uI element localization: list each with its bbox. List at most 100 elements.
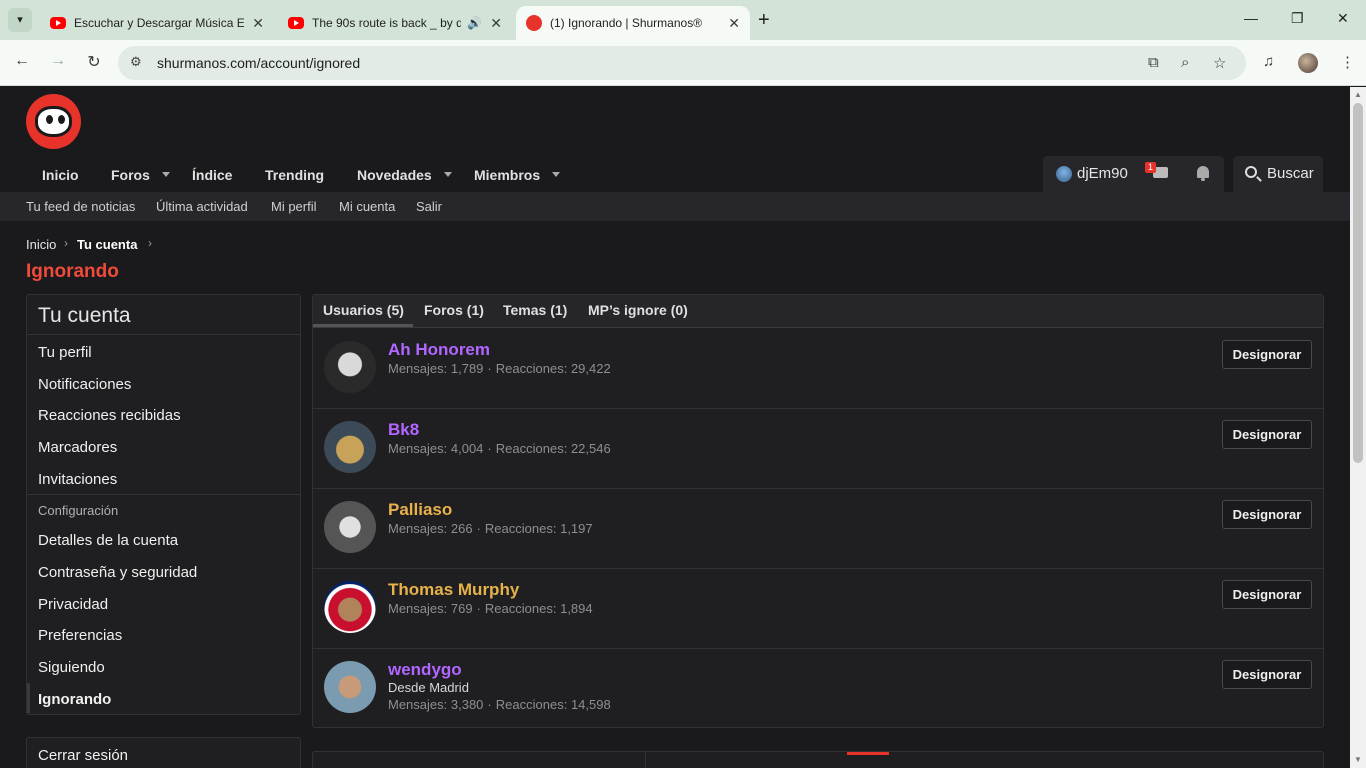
close-tab-icon[interactable]: ✕ xyxy=(490,15,502,32)
browser-tabstrip: ▾ Escuchar y Descargar Música El ✕ The 9… xyxy=(0,0,1366,40)
scrollbar-thumb[interactable] xyxy=(1353,103,1363,463)
sidebar-item-reactions[interactable]: Reacciones recibidas xyxy=(38,407,181,424)
menu-icon[interactable]: ⋮ xyxy=(1340,53,1355,71)
subnav-feed[interactable]: Tu feed de noticias xyxy=(26,199,135,214)
nav-label: Índice xyxy=(192,167,233,183)
user-name-link[interactable]: Bk8 xyxy=(388,420,419,440)
user-name-link[interactable]: wendygo xyxy=(388,660,462,680)
logo-face-icon xyxy=(35,106,72,137)
unignore-button[interactable]: Designorar xyxy=(1222,340,1312,369)
close-tab-icon[interactable]: ✕ xyxy=(252,15,264,32)
messages-count: 266 xyxy=(450,521,473,536)
install-app-icon[interactable]: ⧉ xyxy=(1148,54,1159,71)
avatar[interactable] xyxy=(324,341,376,393)
close-tab-icon[interactable]: ✕ xyxy=(728,15,740,32)
browser-tab-3[interactable]: (1) Ignorando | Shurmanos® ✕ xyxy=(516,6,750,40)
logout-link[interactable]: Cerrar sesión xyxy=(38,747,128,764)
sidebar-item-account-details[interactable]: Detalles de la cuenta xyxy=(38,532,178,549)
sidebar-item-invitations[interactable]: Invitaciones xyxy=(38,471,117,488)
forward-icon[interactable]: → xyxy=(47,52,69,70)
sidebar-item-ignored[interactable]: Ignorando xyxy=(38,691,111,708)
nav-foros[interactable]: Foros xyxy=(111,167,170,183)
tab-search-button[interactable]: ▾ xyxy=(8,8,32,32)
sidebar-item-notifications[interactable]: Notificaciones xyxy=(38,376,131,393)
separator: · xyxy=(487,697,492,712)
zoom-icon[interactable]: ⌕ xyxy=(1181,54,1189,71)
logo-eye xyxy=(58,115,65,124)
browser-tab-1[interactable]: Escuchar y Descargar Música El ✕ xyxy=(40,6,274,40)
scroll-up-icon[interactable]: ▲ xyxy=(1354,90,1362,99)
search-icon xyxy=(1245,166,1257,178)
profile-avatar[interactable] xyxy=(1298,53,1318,73)
reactions-label: Reacciones: xyxy=(484,521,557,536)
table-row: wendygo Desde Madrid Mensajes: 3,380 · Rea… xyxy=(313,649,1323,729)
page-scrollbar[interactable]: ▲ ▼ xyxy=(1350,87,1366,768)
messages-count: 769 xyxy=(450,601,473,616)
sidebar-item-following[interactable]: Siguiendo xyxy=(38,659,105,676)
user-stats: Mensajes: 769 · Reacciones: 1,894 xyxy=(388,601,593,616)
search-button[interactable]: Buscar xyxy=(1233,156,1323,192)
user-name-link[interactable]: Ah Honorem xyxy=(388,340,490,360)
subnav-account[interactable]: Mi cuenta xyxy=(339,199,395,214)
chevron-down-icon[interactable] xyxy=(161,172,170,177)
nav-novedades[interactable]: Novedades xyxy=(357,167,452,183)
speaker-icon[interactable]: 🔊 xyxy=(467,16,482,30)
nav-trending[interactable]: Trending xyxy=(265,167,324,183)
avatar[interactable] xyxy=(324,501,376,553)
tab-active-underline xyxy=(313,324,413,327)
sidebar-item-preferences[interactable]: Preferencias xyxy=(38,627,122,644)
user-name-link[interactable]: Palliaso xyxy=(388,500,452,520)
breadcrumb-account[interactable]: Tu cuenta xyxy=(77,237,137,252)
accent-bar xyxy=(847,752,889,755)
youtube-icon xyxy=(50,17,66,29)
divider xyxy=(27,494,300,495)
reload-icon[interactable]: ↻ xyxy=(83,52,105,72)
tab-users[interactable]: Usuarios (5) xyxy=(323,302,404,318)
avatar[interactable] xyxy=(324,661,376,713)
unignore-button[interactable]: Designorar xyxy=(1222,420,1312,449)
sidebar-item-bookmarks[interactable]: Marcadores xyxy=(38,439,117,456)
separator: · xyxy=(487,361,492,376)
separator: · xyxy=(476,521,481,536)
chevron-down-icon[interactable] xyxy=(552,172,561,177)
nav-indice[interactable]: Índice xyxy=(192,167,232,183)
address-bar[interactable]: ⚙ shurmanos.com/account/ignored ⧉ ⌕ ☆ xyxy=(118,46,1246,80)
sidebar-item-security[interactable]: Contraseña y seguridad xyxy=(38,564,197,581)
new-tab-button[interactable]: + xyxy=(758,8,770,32)
subnav-logout[interactable]: Salir xyxy=(416,199,442,214)
user-name-link[interactable]: Thomas Murphy xyxy=(388,580,519,600)
browser-tab-2[interactable]: The 90s route is back _ by d 🔊 ✕ xyxy=(278,6,512,40)
sidebar-item-profile[interactable]: Tu perfil xyxy=(38,344,92,361)
unignore-button[interactable]: Designorar xyxy=(1222,500,1312,529)
unignore-button[interactable]: Designorar xyxy=(1222,580,1312,609)
chevron-down-icon[interactable] xyxy=(443,172,452,177)
site-info-icon[interactable]: ⚙ xyxy=(130,54,142,70)
avatar[interactable] xyxy=(324,581,376,633)
subnav-latest[interactable]: Última actividad xyxy=(156,199,248,214)
tab-threads[interactable]: Temas (1) xyxy=(503,302,567,318)
footer-block xyxy=(312,751,1324,768)
nav-miembros[interactable]: Miembros xyxy=(474,167,561,183)
messages-count: 3,380 xyxy=(450,697,484,712)
sidebar-item-privacy[interactable]: Privacidad xyxy=(38,596,108,613)
sidebar-heading: Tu cuenta xyxy=(38,304,131,327)
scroll-down-icon[interactable]: ▼ xyxy=(1354,755,1362,764)
subnav-profile[interactable]: Mi perfil xyxy=(271,199,317,214)
breadcrumb-home[interactable]: Inicio xyxy=(26,237,56,252)
back-icon[interactable]: ← xyxy=(11,52,33,70)
tab-pm-ignore[interactable]: MP’s ignore (0) xyxy=(588,302,688,318)
restore-icon[interactable]: ❐ xyxy=(1291,10,1304,27)
close-window-icon[interactable]: ✕ xyxy=(1337,10,1349,27)
bell-icon[interactable] xyxy=(1196,166,1210,182)
messages-count: 1,789 xyxy=(450,361,484,376)
unignore-button[interactable]: Designorar xyxy=(1222,660,1312,689)
minimize-icon[interactable]: — xyxy=(1244,10,1258,26)
nav-inicio[interactable]: Inicio xyxy=(42,167,79,183)
nav-label: Inicio xyxy=(42,167,79,183)
bookmark-star-icon[interactable]: ☆ xyxy=(1213,54,1226,72)
media-control-icon[interactable]: ♫ xyxy=(1263,53,1274,70)
avatar[interactable] xyxy=(324,421,376,473)
url-text[interactable]: shurmanos.com/account/ignored xyxy=(157,55,360,71)
tab-forums[interactable]: Foros (1) xyxy=(424,302,484,318)
site-logo[interactable] xyxy=(26,94,81,149)
